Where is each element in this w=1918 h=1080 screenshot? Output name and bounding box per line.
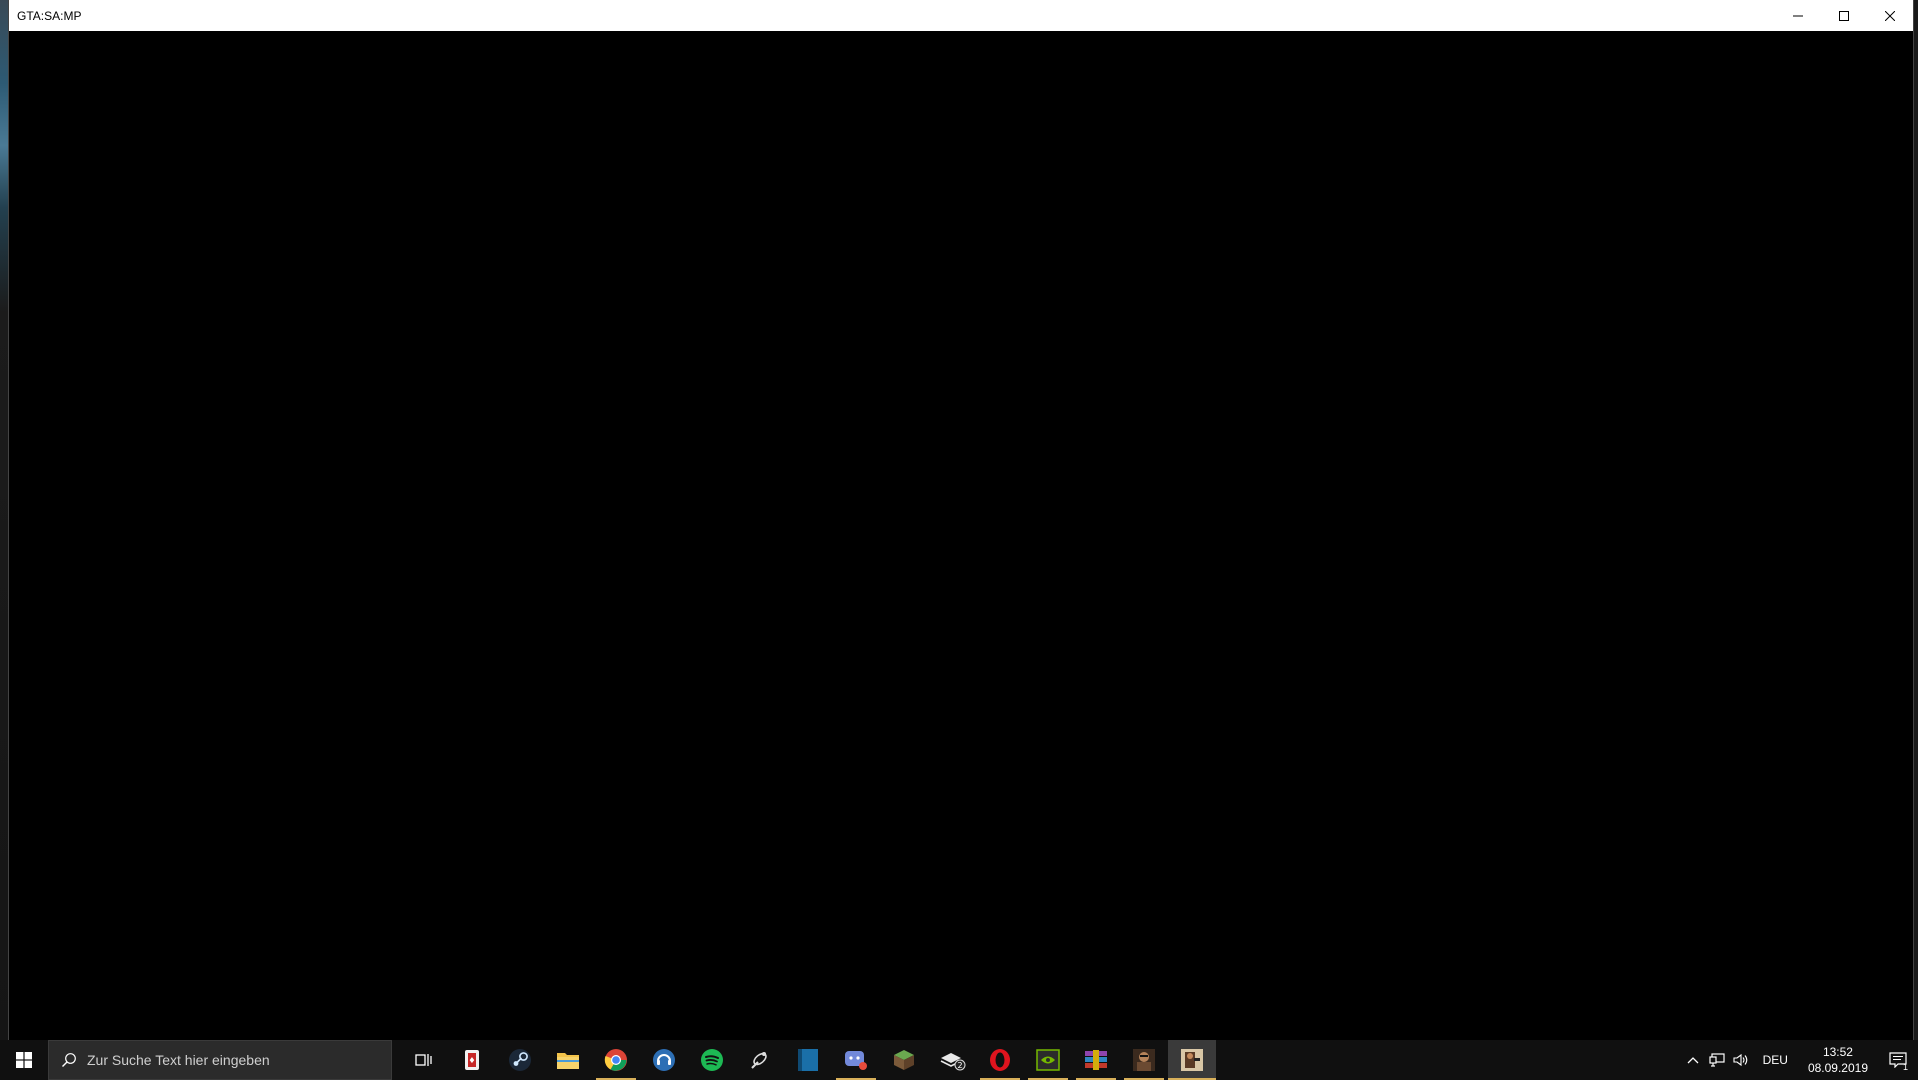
clock-time: 13:52 bbox=[1822, 1045, 1853, 1059]
search-icon bbox=[62, 1053, 76, 1067]
teamspeak-icon bbox=[653, 1049, 675, 1071]
speaker-icon bbox=[1733, 1053, 1747, 1067]
show-hidden-icons-button[interactable] bbox=[1681, 1040, 1705, 1080]
winrar-icon bbox=[1085, 1050, 1107, 1070]
steam-icon bbox=[509, 1049, 531, 1071]
network-button[interactable] bbox=[1705, 1040, 1729, 1080]
taskbar-app-gta-sa[interactable] bbox=[1120, 1040, 1168, 1080]
minimize-button[interactable] bbox=[1775, 0, 1821, 31]
maximize-button[interactable] bbox=[1821, 0, 1867, 31]
opera-icon bbox=[990, 1049, 1010, 1071]
search-box[interactable]: Zur Suche Text hier eingeben bbox=[48, 1040, 392, 1080]
taskbar-app-gta-samp[interactable] bbox=[1168, 1040, 1216, 1080]
folder-icon bbox=[557, 1053, 579, 1069]
taskbar-app-stack[interactable]: 2 bbox=[928, 1040, 976, 1080]
clock-date: 08.09.2019 bbox=[1807, 1061, 1868, 1075]
taskbar-app-spotify[interactable] bbox=[688, 1040, 736, 1080]
start-button[interactable] bbox=[0, 1040, 48, 1080]
discord-icon bbox=[845, 1051, 867, 1070]
volume-button[interactable] bbox=[1729, 1040, 1753, 1080]
solitaire-icon: ♦ bbox=[465, 1050, 479, 1070]
chevron-up-icon bbox=[1687, 1057, 1699, 1064]
stack-badge: 2 bbox=[957, 1061, 962, 1070]
window-title: GTA:SA:MP bbox=[17, 8, 82, 23]
gta-sa-icon bbox=[1133, 1049, 1155, 1071]
game-viewport[interactable] bbox=[9, 31, 1913, 1040]
input-language-indicator[interactable]: DEU bbox=[1753, 1053, 1798, 1067]
nvidia-icon bbox=[1036, 1049, 1060, 1071]
taskbar-app-file-explorer[interactable] bbox=[544, 1040, 592, 1080]
chrome-icon bbox=[604, 1049, 627, 1071]
minecraft-icon bbox=[894, 1050, 914, 1070]
taskbar-app-satellite[interactable] bbox=[736, 1040, 784, 1080]
taskbar-app-teamspeak[interactable] bbox=[640, 1040, 688, 1080]
taskbar-app-discord[interactable] bbox=[832, 1040, 880, 1080]
taskbar-app-winrar[interactable] bbox=[1072, 1040, 1120, 1080]
taskbar-app-minecraft[interactable] bbox=[880, 1040, 928, 1080]
stack-icon: 2 bbox=[940, 1053, 966, 1071]
minimize-icon bbox=[1793, 15, 1803, 16]
task-view-icon bbox=[415, 1054, 432, 1066]
satellite-icon bbox=[751, 1052, 767, 1069]
taskbar-apps: ♦ 2 bbox=[448, 1040, 1216, 1080]
taskbar-app-solitaire[interactable]: ♦ bbox=[448, 1040, 496, 1080]
taskbar-app-steam[interactable] bbox=[496, 1040, 544, 1080]
taskbar: Zur Suche Text hier eingeben ♦ 2 DEU 13:… bbox=[0, 1040, 1918, 1080]
windows-logo-icon bbox=[16, 1052, 32, 1068]
taskbar-app-nvidia[interactable] bbox=[1024, 1040, 1072, 1080]
blue-app-icon bbox=[798, 1049, 818, 1071]
close-icon bbox=[1885, 10, 1895, 21]
taskbar-app-blue[interactable] bbox=[784, 1040, 832, 1080]
notification-count: 1 bbox=[1902, 1062, 1908, 1072]
title-bar[interactable]: GTA:SA:MP bbox=[9, 0, 1913, 31]
spotify-icon bbox=[701, 1049, 723, 1071]
action-center-button[interactable]: 1 bbox=[1878, 1040, 1918, 1080]
gta-samp-icon bbox=[1181, 1049, 1203, 1071]
search-placeholder: Zur Suche Text hier eingeben bbox=[87, 1052, 270, 1068]
svg-text:♦: ♦ bbox=[468, 1056, 475, 1065]
desktop-background bbox=[0, 0, 8, 1040]
clock[interactable]: 13:52 08.09.2019 bbox=[1798, 1044, 1878, 1076]
system-tray: DEU 13:52 08.09.2019 1 bbox=[1681, 1040, 1918, 1080]
close-button[interactable] bbox=[1867, 0, 1913, 31]
task-view-button[interactable] bbox=[400, 1040, 448, 1080]
taskbar-app-opera[interactable] bbox=[976, 1040, 1024, 1080]
maximize-icon bbox=[1839, 10, 1849, 21]
network-icon bbox=[1708, 1053, 1725, 1067]
taskbar-app-chrome[interactable] bbox=[592, 1040, 640, 1080]
app-window: GTA:SA:MP bbox=[8, 0, 1914, 1040]
